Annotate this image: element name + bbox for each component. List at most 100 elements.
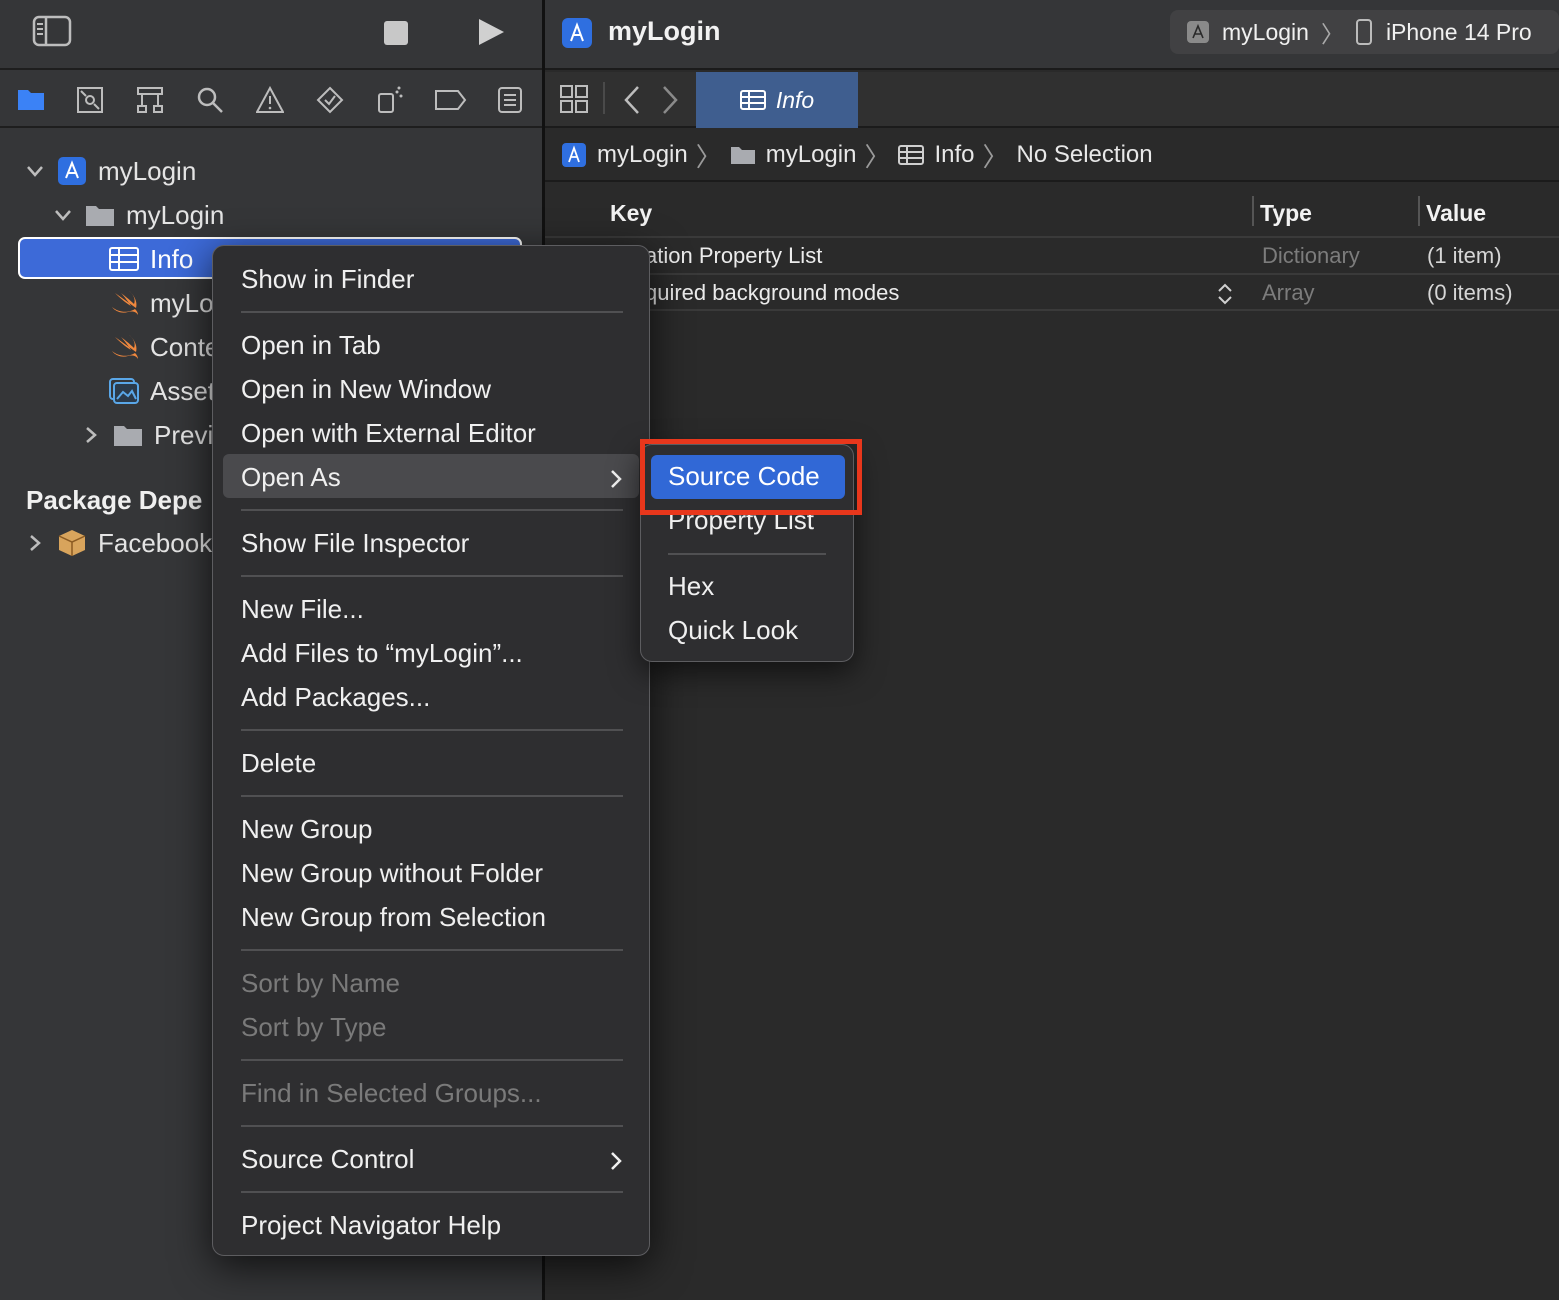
menu-item-new-file[interactable]: New File... — [241, 589, 364, 629]
file-name: Conte — [150, 331, 220, 362]
breakpoint-navigator-icon[interactable] — [432, 84, 468, 116]
jumpbar-selection[interactable]: No Selection — [1017, 141, 1153, 169]
chevron-down-icon[interactable] — [24, 160, 46, 182]
column-separator[interactable] — [1418, 196, 1420, 226]
menu-item-open-in-tab[interactable]: Open in Tab — [241, 325, 381, 365]
sidebar-toggle-icon[interactable] — [30, 14, 74, 48]
selected-file-name: Info — [150, 243, 194, 274]
tree-row-project[interactable]: myLogin — [24, 151, 196, 191]
jumpbar-file[interactable]: Info — [898, 141, 975, 169]
menu-item-sort-by-type: Sort by Type — [241, 1011, 387, 1042]
folder-icon — [112, 420, 144, 450]
stop-icon[interactable] — [381, 18, 411, 48]
submenu-item-quick-look[interactable]: Quick Look — [668, 615, 798, 646]
tree-row-info[interactable]: Info — [108, 239, 193, 279]
project-name: myLogin — [98, 155, 197, 186]
tree-row-preview-folder[interactable]: Previ — [80, 415, 213, 455]
column-header-value[interactable]: Value — [1426, 200, 1486, 227]
menu-item-add-packages[interactable]: Add Packages... — [241, 677, 430, 717]
menu-item-new-group-without-folder[interactable]: New Group without Folder — [241, 853, 543, 893]
menu-item-add-files[interactable]: Add Files to “myLogin”... — [241, 633, 523, 673]
jumpbar-label: No Selection — [1016, 141, 1153, 168]
menu-item-label: Source Control — [241, 1143, 415, 1174]
chevron-right-icon[interactable] — [80, 424, 102, 446]
submenu-item-hex[interactable]: Hex — [668, 571, 714, 602]
plist-row[interactable]: quired background modes Array (0 items) — [545, 275, 1559, 311]
debug-navigator-icon[interactable] — [374, 84, 406, 116]
tree-row-assets[interactable]: Asset — [108, 371, 215, 411]
menu-item-new-group-from-selection[interactable]: New Group from Selection — [241, 897, 546, 937]
jumpbar-label: myLogin — [765, 141, 857, 168]
menu-separator — [241, 729, 623, 731]
menu-item-source-control[interactable]: Source Control — [241, 1139, 623, 1179]
annotation-highlight-box — [640, 439, 862, 515]
menu-item-open-as[interactable]: Open As — [241, 457, 623, 497]
column-separator[interactable] — [1252, 196, 1254, 226]
plist-row[interactable]: ation Property List Dictionary (1 item) — [545, 239, 1559, 275]
file-name: myLo — [150, 287, 214, 318]
plist-type: Dictionary — [1262, 243, 1360, 268]
chevron-down-icon[interactable] — [52, 204, 74, 226]
report-navigator-icon[interactable] — [494, 84, 526, 116]
group-name: myLogin — [126, 199, 225, 230]
jumpbar-group[interactable]: myLogin — [730, 141, 857, 169]
tree-row-package[interactable]: Facebook — [24, 523, 212, 563]
menu-separator — [241, 311, 623, 313]
swift-file-icon — [108, 332, 140, 362]
context-menu: Show in Finder Open in Tab Open in New W… — [212, 245, 650, 1256]
jumpbar-label: Info — [934, 141, 975, 168]
scheme-device[interactable]: iPhone 14 Pro — [1386, 19, 1532, 46]
menu-item-show-file-inspector[interactable]: Show File Inspector — [241, 523, 469, 563]
scheme-selector[interactable]: myLogin 〉 iPhone 14 Pro — [1170, 10, 1559, 54]
run-icon[interactable] — [472, 14, 508, 50]
menu-item-new-group[interactable]: New Group — [241, 809, 373, 849]
back-arrow-icon[interactable] — [621, 84, 643, 121]
menu-item-find-in-selected-groups: Find in Selected Groups... — [241, 1077, 542, 1108]
menu-separator — [241, 949, 623, 951]
test-navigator-icon[interactable] — [314, 84, 346, 116]
package-icon — [56, 528, 88, 558]
tree-row-swift-file-2[interactable]: Conte — [108, 327, 219, 367]
menu-item-open-with-external-editor[interactable]: Open with External Editor — [241, 413, 536, 453]
tree-row-swift-file-1[interactable]: myLo — [108, 283, 214, 323]
menu-item-show-in-finder[interactable]: Show in Finder — [241, 259, 414, 299]
chevron-right-icon[interactable] — [24, 532, 46, 554]
grid-layout-icon[interactable] — [559, 84, 589, 119]
source-control-navigator-icon[interactable] — [74, 84, 106, 116]
jumpbar-project[interactable]: myLogin — [561, 141, 688, 169]
plist-key: quired background modes — [645, 280, 900, 305]
toolbar-divider — [603, 82, 605, 114]
find-navigator-icon[interactable] — [194, 84, 226, 116]
menu-item-delete[interactable]: Delete — [241, 743, 316, 783]
folder-navigator-icon[interactable] — [14, 84, 48, 114]
navigator-selector-bar — [0, 72, 542, 128]
folder-icon — [730, 145, 756, 165]
issue-navigator-icon[interactable] — [254, 84, 286, 116]
forward-arrow-icon[interactable] — [659, 84, 681, 121]
chevron-right-icon — [609, 1148, 623, 1179]
menu-item-open-in-new-window[interactable]: Open in New Window — [241, 369, 491, 409]
plist-key: ation Property List — [645, 243, 823, 268]
chevron-right-icon: 〉 — [1320, 21, 1344, 47]
column-header-type[interactable]: Type — [1260, 200, 1312, 227]
chevron-right-icon: 〉 — [695, 141, 722, 172]
tree-row-group[interactable]: myLogin — [52, 195, 224, 235]
symbol-navigator-icon[interactable] — [134, 84, 166, 116]
file-name: Asset — [150, 375, 216, 406]
jump-bar: myLogin 〉 myLogin 〉 Info 〉 No Selection — [545, 130, 1559, 182]
xcode-project-icon — [561, 142, 587, 168]
plist-table-icon — [739, 90, 766, 110]
tab-info[interactable]: Info — [696, 72, 858, 128]
app-target-icon — [1186, 20, 1210, 44]
plist-value: (1 item) — [1427, 243, 1502, 268]
column-header-key[interactable]: Key — [610, 200, 652, 227]
asset-catalog-icon — [108, 376, 140, 406]
menu-item-project-navigator-help[interactable]: Project Navigator Help — [241, 1205, 501, 1245]
plist-type: Array — [1262, 280, 1315, 305]
key-stepper-icon[interactable] — [1216, 282, 1234, 312]
window-title: myLogin — [608, 16, 721, 46]
xcode-project-icon — [56, 156, 88, 186]
menu-separator — [668, 553, 826, 555]
scheme-target[interactable]: myLogin — [1222, 19, 1309, 46]
editor-tab-bar: Info — [545, 72, 1559, 128]
